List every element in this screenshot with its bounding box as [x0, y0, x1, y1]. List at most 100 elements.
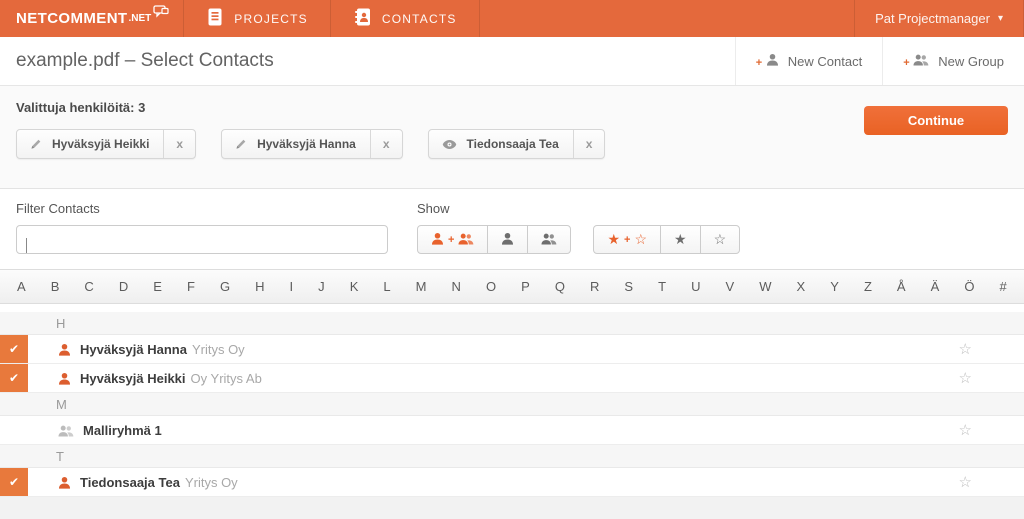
user-menu[interactable]: Pat Projectmanager ▾	[854, 0, 1024, 37]
top-navigation-bar: NETCOMMENT .NET PROJECTS CONTACTS Pat Pr…	[0, 0, 1024, 37]
show-all-contacts-button[interactable]: +	[417, 225, 488, 254]
projects-document-icon	[206, 7, 224, 31]
chevron-down-icon: ▾	[998, 13, 1003, 24]
chip-remove-button[interactable]: x	[573, 130, 605, 158]
filter-contacts-label: Filter Contacts	[16, 201, 388, 216]
star-toggle[interactable]: ☆	[959, 473, 972, 491]
alphabet-letter[interactable]: K	[350, 279, 359, 294]
nav-label: PROJECTS	[234, 12, 308, 26]
logo-text: NETCOMMENT	[16, 10, 128, 27]
contact-name: Malliryhmä 1	[83, 423, 162, 438]
star-toggle[interactable]: ☆	[959, 421, 972, 439]
selected-count-label: Valittuja henkilöitä: 3	[16, 100, 1008, 115]
alphabet-letter[interactable]: U	[691, 279, 700, 294]
add-group-icon: +	[903, 53, 929, 69]
alphabet-bar: A B C D E F G H I J K L M N O P Q R S T U V W X Y Z Å Ä Ö #	[0, 269, 1024, 304]
nav-item-projects[interactable]: PROJECTS	[184, 0, 331, 37]
alphabet-letter[interactable]: E	[153, 279, 162, 294]
section-header: M	[0, 393, 1024, 416]
person-icon	[58, 476, 71, 489]
show-persons-button[interactable]	[487, 225, 528, 254]
chip-remove-button[interactable]: x	[370, 130, 402, 158]
alphabet-letter[interactable]: W	[759, 279, 771, 294]
show-unstarred-button[interactable]: ☆	[700, 225, 741, 254]
alphabet-letter[interactable]: J	[318, 279, 325, 294]
alphabet-letter[interactable]: X	[797, 279, 806, 294]
show-label: Show	[417, 201, 740, 216]
alphabet-letter[interactable]: A	[17, 279, 26, 294]
contact-row[interactable]: Malliryhmä 1 ☆	[0, 416, 1024, 445]
alphabet-letter[interactable]: N	[452, 279, 461, 294]
text-caret	[26, 238, 27, 253]
chip-remove-button[interactable]: x	[163, 130, 195, 158]
alphabet-letter[interactable]: Q	[555, 279, 565, 294]
contact-row[interactable]: ✔ Hyväksyjä Heikki Oy Yritys Ab ☆	[0, 364, 1024, 393]
alphabet-letter[interactable]: R	[590, 279, 599, 294]
comment-bubble-icon	[153, 5, 169, 23]
filter-panel: Filter Contacts Show +	[0, 189, 1024, 269]
chip-label: Hyväksyjä Heikki	[52, 137, 163, 151]
alphabet-letter[interactable]: F	[187, 279, 195, 294]
star-toggle[interactable]: ☆	[959, 369, 972, 387]
contacts-book-icon	[353, 7, 372, 30]
alphabet-letter[interactable]: Å	[897, 279, 906, 294]
section-letter: H	[0, 316, 65, 331]
alphabet-letter[interactable]: D	[119, 279, 128, 294]
new-group-button[interactable]: + New Group	[882, 37, 1024, 85]
alphabet-letter[interactable]: C	[84, 279, 93, 294]
eye-icon	[429, 139, 467, 150]
alphabet-letter[interactable]: Ö	[964, 279, 974, 294]
selected-contact-chip[interactable]: Hyväksyjä Hannax	[221, 129, 402, 159]
selection-panel: Valittuja henkilöitä: 3 Hyväksyjä Heikki…	[0, 86, 1024, 189]
row-checkbox-unchecked[interactable]	[0, 416, 28, 444]
row-checkbox-checked[interactable]: ✔	[0, 468, 28, 496]
show-starred-button[interactable]: ★	[660, 225, 701, 254]
row-checkbox-checked[interactable]: ✔	[0, 335, 28, 363]
alphabet-letter[interactable]: S	[624, 279, 633, 294]
alphabet-letter[interactable]: Y	[830, 279, 839, 294]
show-groups-button[interactable]	[527, 225, 571, 254]
alphabet-letter[interactable]: B	[51, 279, 60, 294]
contact-row[interactable]: ✔Tiedonsaaja TeaYritys Oy☆	[0, 468, 1024, 497]
alphabet-letter[interactable]: H	[255, 279, 264, 294]
selected-contact-chip[interactable]: Hyväksyjä Heikkix	[16, 129, 196, 159]
alphabet-letter[interactable]: Z	[864, 279, 872, 294]
section-letter: M	[0, 397, 67, 412]
chip-label: Hyväksyjä Hanna	[257, 137, 370, 151]
alphabet-letter[interactable]: G	[220, 279, 230, 294]
app-logo[interactable]: NETCOMMENT .NET	[0, 0, 184, 37]
alphabet-letter[interactable]: T	[658, 279, 666, 294]
selected-chips: Hyväksyjä HeikkixHyväksyjä HannaxTiedons…	[16, 129, 1008, 159]
check-icon: ✔	[9, 342, 19, 356]
alphabet-letter[interactable]: V	[726, 279, 735, 294]
person-icon	[58, 372, 71, 385]
filter-contacts-input[interactable]	[16, 225, 388, 254]
person-icon	[431, 232, 444, 248]
alphabet-letter[interactable]: P	[521, 279, 530, 294]
contact-type-filter-group: +	[417, 225, 571, 254]
continue-button[interactable]: Continue	[864, 106, 1008, 135]
contact-name: Hyväksyjä Hanna	[80, 342, 187, 357]
new-contact-button[interactable]: + New Contact	[735, 37, 882, 85]
star-toggle[interactable]: ☆	[959, 340, 972, 358]
contact-company: Oy Yritys Ab	[191, 371, 262, 386]
pencil-icon	[222, 138, 257, 150]
selected-contact-chip[interactable]: Tiedonsaaja Teax	[428, 129, 606, 159]
star-outline-icon: ☆	[714, 231, 727, 248]
alphabet-letter[interactable]: Ä	[931, 279, 940, 294]
contact-row[interactable]: ✔Hyväksyjä HannaYritys Oy☆	[0, 335, 1024, 364]
alphabet-letter[interactable]: L	[383, 279, 390, 294]
show-all-stars-button[interactable]: ★ + ☆	[593, 225, 661, 254]
group-icon	[458, 232, 474, 248]
page-title: example.pdf – Select Contacts	[0, 50, 274, 72]
chip-label: Tiedonsaaja Tea	[467, 137, 573, 151]
contact-name: Hyväksyjä Heikki	[80, 371, 186, 386]
row-checkbox-checked[interactable]: ✔	[0, 364, 28, 392]
title-bar: example.pdf – Select Contacts + New Cont…	[0, 37, 1024, 86]
logo-suffix: .NET	[129, 13, 152, 24]
alphabet-letter[interactable]: I	[290, 279, 294, 294]
nav-item-contacts[interactable]: CONTACTS	[331, 0, 480, 37]
alphabet-letter[interactable]: #	[999, 279, 1006, 294]
alphabet-letter[interactable]: O	[486, 279, 496, 294]
alphabet-letter[interactable]: M	[416, 279, 427, 294]
